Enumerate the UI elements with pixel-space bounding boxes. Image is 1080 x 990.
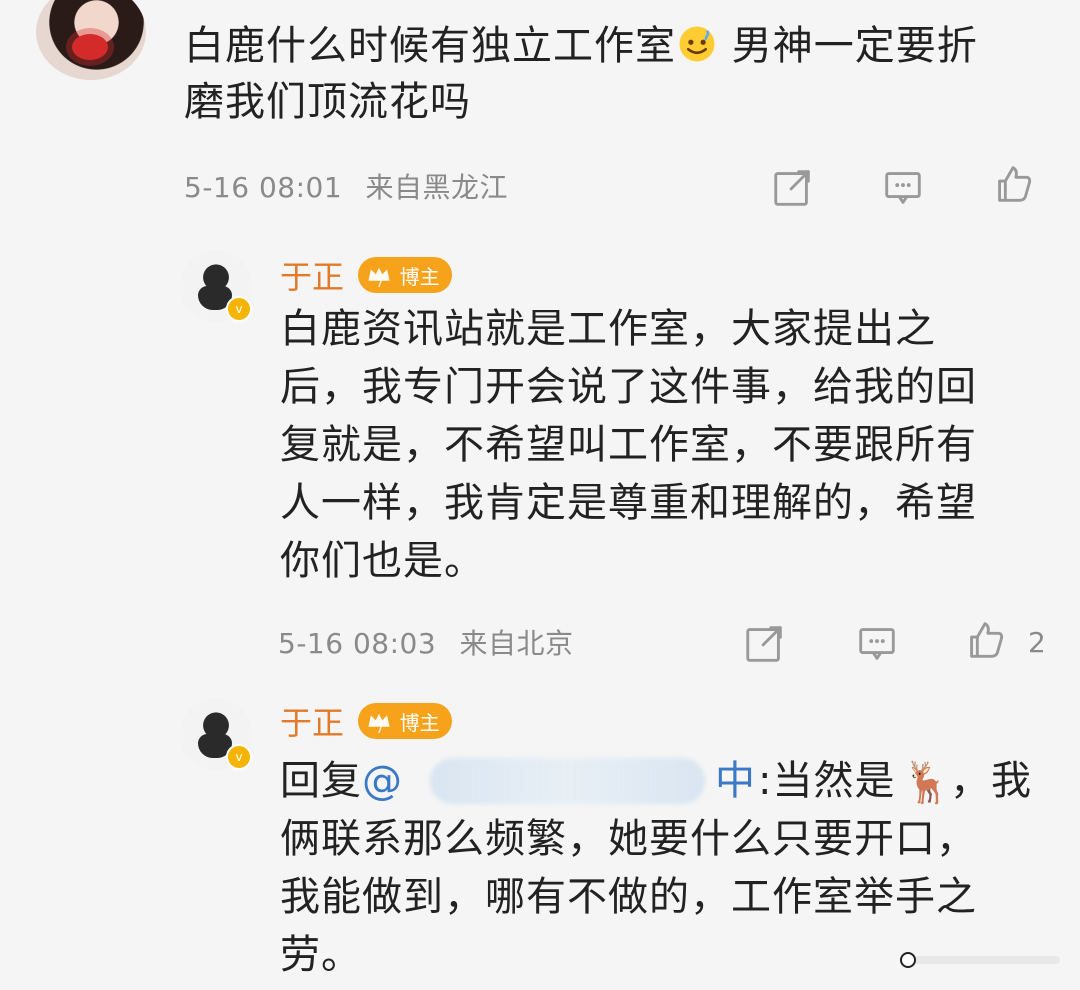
share-icon[interactable] [770, 164, 816, 210]
reply1-line-2: 后，我专门开会说了这件事，给我的回 [280, 364, 977, 410]
comment-text-line1-cont: 男神一定要折 [718, 23, 978, 69]
username[interactable]: 于正 [280, 252, 344, 298]
like-count: 2 [1028, 626, 1047, 659]
reply1-line-5: 你们也是。 [280, 538, 485, 584]
reply1-location: 来自北京 [459, 627, 574, 660]
blogger-badge: 7 博主 [358, 703, 452, 739]
comment-icon[interactable] [854, 620, 900, 666]
reply-after-mention: :当然是 [758, 758, 896, 804]
reply2-line-3: 我能做到，哪有不做的，工作室举手之 [280, 874, 977, 920]
comment-text-line2: 磨我们顶流花吗 [184, 79, 471, 125]
reply1-line-4: 人一样，我肯定是尊重和理解的，希望 [280, 480, 977, 526]
reply2-line-2: 俩联系那么频繁，她要什么只要开口， [280, 816, 977, 862]
crown-level: 7 [376, 276, 384, 290]
mention-end[interactable]: 中 [715, 752, 756, 810]
blogger-badge: 7 博主 [358, 257, 452, 293]
scroll-track [900, 956, 1060, 964]
reply1-meta: 5-16 08:03 来自北京 [278, 622, 574, 662]
deer-emoji: 🦌 [902, 760, 953, 806]
comment-text: 白鹿什么时候有独立工作室 男神一定要折 磨我们顶流花吗 [184, 18, 1064, 130]
scroll-thumb[interactable] [900, 952, 916, 968]
share-icon[interactable] [742, 620, 788, 666]
comment-location: 来自黑龙江 [365, 171, 509, 204]
reply2-text: 回复@ 中 :当然是 🦌 ，我 俩联系那么频繁，她要什么只要开口， 我能做到，哪… [280, 752, 1060, 984]
reply-prefix: 回复 [280, 758, 362, 804]
reply1-header: 于正 7 博主 [280, 252, 452, 298]
redacted-username [430, 758, 705, 804]
comment-text-line1: 白鹿什么时候有独立工作室 [184, 23, 676, 69]
comment-meta: 5-16 08:01 来自黑龙江 [184, 166, 508, 206]
comment-icon[interactable] [880, 164, 926, 210]
vip-badge-icon: v [226, 296, 252, 322]
reply1-text: 白鹿资讯站就是工作室，大家提出之 后，我专门开会说了这件事，给我的回 复就是，不… [280, 300, 1060, 590]
username[interactable]: 于正 [280, 698, 344, 744]
reply1-actions: 2 [742, 616, 1062, 668]
like-icon[interactable] [962, 616, 1008, 662]
scroll-indicator[interactable] [900, 952, 1060, 968]
like-icon[interactable] [990, 160, 1036, 206]
comment-time: 5-16 08:01 [184, 171, 343, 204]
reply2-header: 于正 7 博主 [280, 698, 452, 744]
reply-tail: ，我 [950, 758, 1032, 804]
reply2-line-1: 回复@ 中 :当然是 🦌 ，我 [280, 752, 1060, 810]
comment-actions [770, 160, 1040, 212]
badge-label: 博主 [399, 710, 440, 735]
sweat-smile-emoji-icon [676, 23, 718, 65]
reply1-line-1: 白鹿资讯站就是工作室，大家提出之 [280, 306, 936, 352]
avatar[interactable] [36, 0, 146, 80]
crown-level: 7 [376, 722, 384, 736]
vip-badge-icon: v [226, 744, 252, 770]
reply1-time: 5-16 08:03 [278, 627, 437, 660]
mention-start[interactable]: @ [362, 758, 403, 804]
reply1-line-3: 复就是，不希望叫工作室，不要跟所有 [280, 422, 977, 468]
badge-label: 博主 [399, 264, 440, 289]
